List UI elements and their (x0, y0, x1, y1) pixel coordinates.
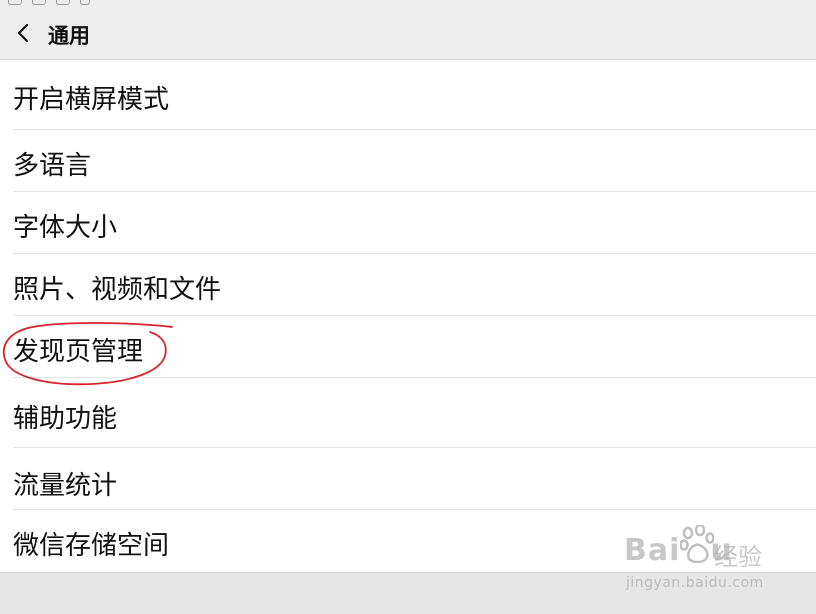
setting-label: 微信存储空间 (13, 531, 170, 561)
setting-label: 开启横屏模式 (13, 85, 170, 115)
setting-font-size[interactable]: 字体大小 (0, 192, 816, 254)
setting-data-usage[interactable]: 流量统计 (0, 448, 816, 510)
setting-label: 字体大小 (13, 213, 118, 243)
setting-discover-page[interactable]: 发现页管理 (0, 316, 816, 378)
bottom-bar (0, 572, 816, 614)
setting-label: 照片、视频和文件 (13, 275, 222, 305)
back-button[interactable] (10, 16, 40, 50)
settings-list: 开启横屏模式 多语言 字体大小 照片、视频和文件 发现页管理 辅助功能 流量统计… (0, 60, 816, 572)
page-title: 通用 (48, 24, 90, 48)
setting-label: 流量统计 (13, 471, 118, 501)
status-icon (56, 0, 70, 5)
setting-label: 发现页管理 (13, 337, 144, 367)
setting-accessibility[interactable]: 辅助功能 (0, 378, 816, 448)
setting-photos-videos-files[interactable]: 照片、视频和文件 (0, 254, 816, 316)
status-icon (32, 0, 46, 5)
chevron-left-icon (17, 23, 29, 43)
setting-language[interactable]: 多语言 (0, 130, 816, 192)
setting-landscape-mode[interactable]: 开启横屏模式 (0, 60, 816, 130)
setting-label: 多语言 (13, 151, 92, 181)
setting-storage[interactable]: 微信存储空间 (0, 510, 816, 572)
status-icon (80, 0, 90, 5)
status-icon (8, 0, 22, 5)
nav-header: 通用 (0, 6, 816, 60)
setting-label: 辅助功能 (13, 404, 118, 434)
